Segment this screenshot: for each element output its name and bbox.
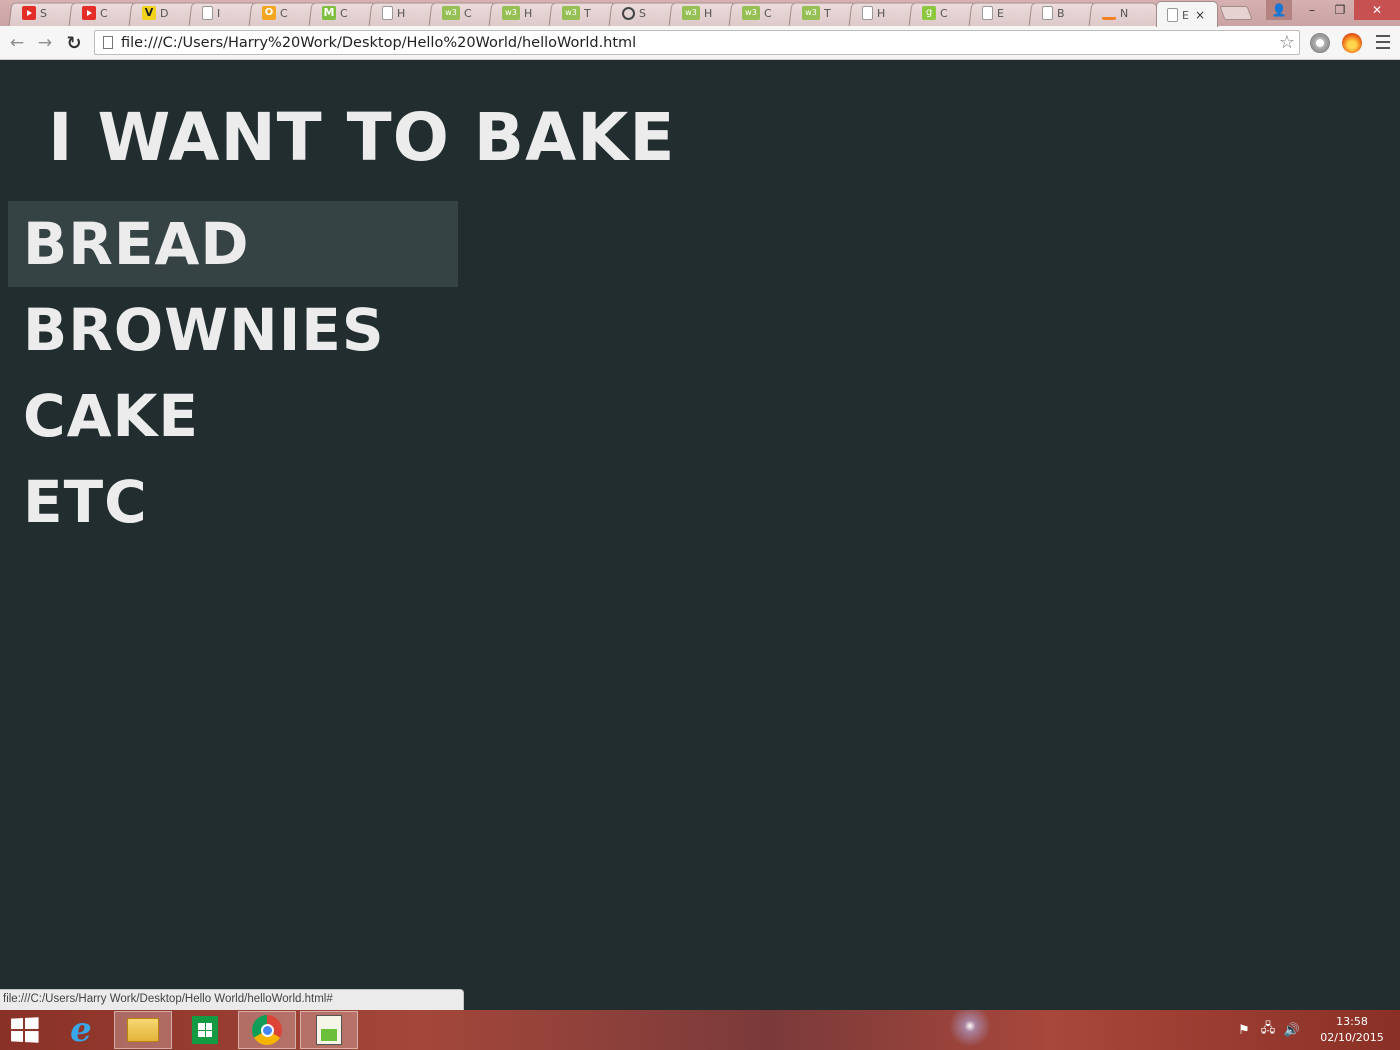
g-logo-icon: g xyxy=(922,6,936,20)
bake-item-cake[interactable]: CAKE xyxy=(8,373,458,459)
w3schools-icon: w3 xyxy=(682,6,700,20)
notepad-plus-plus-icon[interactable] xyxy=(300,1011,358,1049)
tab-label: S xyxy=(40,6,47,20)
tab-label: C xyxy=(100,6,108,20)
forward-button[interactable]: → xyxy=(34,33,56,53)
new-tab-button[interactable] xyxy=(1219,6,1253,20)
status-bubble: file:///C:/Users/Harry Work/Desktop/Hell… xyxy=(0,989,464,1010)
o-logo-icon: O xyxy=(262,6,276,20)
close-window-button[interactable]: ✕ xyxy=(1354,0,1400,20)
tab-label: C xyxy=(464,6,472,20)
minimize-button[interactable]: – xyxy=(1298,0,1326,20)
w3schools-icon: w3 xyxy=(562,6,580,20)
chrome-menu-icon[interactable] xyxy=(1376,35,1390,49)
network-icon[interactable]: 🖧 xyxy=(1256,1019,1280,1041)
internet-explorer-icon[interactable]: e xyxy=(52,1010,110,1050)
stackoverflow-icon xyxy=(1102,6,1116,20)
v-logo-icon: V xyxy=(142,6,156,20)
back-button[interactable]: ← xyxy=(6,33,28,53)
tab-label: C xyxy=(280,6,288,20)
extension-download-icon[interactable] xyxy=(1310,33,1330,53)
tab-active[interactable]: E × xyxy=(1156,1,1218,27)
clock[interactable]: 13:58 02/10/2015 xyxy=(1304,1014,1400,1046)
system-tray: ⚑ 🖧 🔊 13:58 02/10/2015 xyxy=(1232,1010,1400,1050)
extension-fire-icon[interactable] xyxy=(1342,33,1362,53)
tab-label: D xyxy=(160,6,169,20)
volume-icon[interactable]: 🔊 xyxy=(1280,1023,1304,1038)
page-icon xyxy=(103,36,113,49)
document-icon xyxy=(202,6,213,20)
maximize-button[interactable]: ❐ xyxy=(1326,0,1354,20)
wallpaper-galaxy xyxy=(930,1010,1010,1050)
document-icon xyxy=(982,6,993,20)
document-icon xyxy=(862,6,873,20)
file-explorer-icon[interactable] xyxy=(114,1011,172,1049)
user-profile-icon[interactable]: 👤 xyxy=(1266,0,1292,20)
tab-label: S xyxy=(639,6,646,20)
youtube-icon xyxy=(82,6,96,20)
clock-time: 13:58 xyxy=(1336,1015,1368,1028)
tab-label: C xyxy=(764,6,772,20)
codepen-icon xyxy=(622,6,635,20)
tab-label: C xyxy=(340,6,348,20)
tab-label: H xyxy=(704,6,713,20)
w3schools-icon: w3 xyxy=(742,6,760,20)
tab-label: T xyxy=(584,6,591,20)
browser-toolbar: ← → ↻ file:///C:/Users/Harry%20Work/Desk… xyxy=(0,26,1400,60)
tab-label: H xyxy=(524,6,533,20)
w3schools-icon: w3 xyxy=(442,6,460,20)
document-icon xyxy=(1167,8,1178,22)
windows-store-icon[interactable] xyxy=(176,1011,234,1049)
bake-item-brownies[interactable]: BROWNIES xyxy=(8,287,458,373)
action-center-flag-icon[interactable]: ⚑ xyxy=(1232,1023,1256,1038)
page-content: I WANT TO BAKE BREAD BROWNIES CAKE ETC xyxy=(0,61,1400,1010)
bake-item-etc[interactable]: ETC xyxy=(8,459,458,545)
tab-strip: S C V D I O C M C Hw3 Cw3 Hw3 T Sw3 Hw3 Cw3 T Hg C E B N E × … xyxy=(0,0,1400,27)
tab-label: T xyxy=(824,6,831,20)
start-button[interactable] xyxy=(11,1017,39,1043)
tab-label: C xyxy=(940,6,948,20)
tab-close-icon[interactable]: × xyxy=(1195,8,1205,22)
tab-label: B xyxy=(1057,6,1065,20)
tab-label: I xyxy=(217,6,221,20)
reload-button[interactable]: ↻ xyxy=(63,33,85,54)
tab-label: N xyxy=(1120,6,1129,20)
clock-date: 02/10/2015 xyxy=(1320,1031,1384,1044)
bookmark-star-icon[interactable]: ☆ xyxy=(1279,32,1295,53)
url-text[interactable]: file:///C:/Users/Harry%20Work/Desktop/He… xyxy=(121,35,636,51)
w3schools-icon: w3 xyxy=(502,6,520,20)
window-controls: 👤 – ❐ ✕ xyxy=(1266,0,1400,20)
address-bar[interactable]: file:///C:/Users/Harry%20Work/Desktop/He… xyxy=(94,30,1300,55)
w3schools-icon: w3 xyxy=(802,6,820,20)
m-logo-icon: M xyxy=(322,6,336,20)
chrome-icon[interactable] xyxy=(238,1011,296,1049)
bake-item-bread[interactable]: BREAD xyxy=(8,201,458,287)
active-tab-label: E xyxy=(1182,8,1189,22)
youtube-icon xyxy=(22,6,36,20)
document-icon xyxy=(382,6,393,20)
tab-label: H xyxy=(877,6,886,20)
page-heading: I WANT TO BAKE xyxy=(48,99,676,176)
windows-taskbar: e ⚑ 🖧 🔊 13:58 02/10/2015 xyxy=(0,1010,1400,1050)
document-icon xyxy=(1042,6,1053,20)
tab-label: E xyxy=(997,6,1004,20)
tab-label: H xyxy=(397,6,406,20)
